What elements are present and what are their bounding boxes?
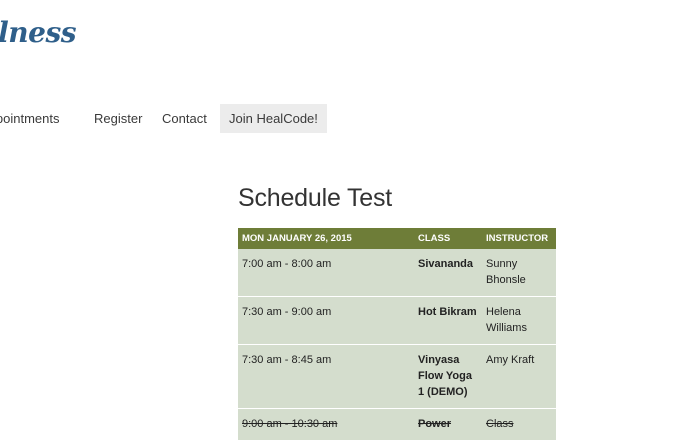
- instructor-header: INSTRUCTOR: [482, 228, 556, 249]
- nav-item-register[interactable]: Register: [94, 104, 142, 133]
- page-title: Schedule Test: [238, 184, 392, 212]
- schedule-header-row: MON JANUARY 26, 2015 CLASS INSTRUCTOR: [238, 228, 556, 249]
- schedule-table: MON JANUARY 26, 2015 CLASS INSTRUCTOR 7:…: [238, 228, 556, 441]
- class-time: 7:00 am - 8:00 am: [238, 249, 414, 297]
- class-instructor: Sunny Bhonsle: [482, 249, 556, 297]
- nav-item-appointments[interactable]: Appointments: [0, 104, 60, 133]
- class-name: Power: [414, 408, 482, 441]
- class-name: Vinyasa Flow Yoga 1 (DEMO): [414, 344, 482, 409]
- class-header: CLASS: [414, 228, 482, 249]
- class-instructor: Class: [482, 408, 556, 441]
- class-time: 7:30 am - 8:45 am: [238, 344, 414, 409]
- class-name: Sivananda: [414, 249, 482, 297]
- class-time: 7:30 am - 9:00 am: [238, 296, 414, 345]
- table-row: 7:30 am - 8:45 am Vinyasa Flow Yoga 1 (D…: [238, 344, 556, 409]
- nav-item-contact[interactable]: Contact: [162, 104, 207, 133]
- class-instructor: Helena Williams: [482, 296, 556, 345]
- table-row: 7:00 am - 8:00 am Sivananda Sunny Bhonsl…: [238, 249, 556, 297]
- table-row: 7:30 am - 9:00 am Hot Bikram Helena Will…: [238, 296, 556, 345]
- class-time: 9:00 am - 10:30 am: [238, 408, 414, 441]
- date-header: MON JANUARY 26, 2015: [238, 228, 414, 249]
- class-name: Hot Bikram: [414, 296, 482, 345]
- class-instructor: Amy Kraft: [482, 344, 556, 409]
- nav-item-join-healcode[interactable]: Join HealCode!: [220, 104, 327, 133]
- site-logo[interactable]: llness: [0, 16, 76, 49]
- table-row-cancelled: 9:00 am - 10:30 am Power Class: [238, 408, 556, 441]
